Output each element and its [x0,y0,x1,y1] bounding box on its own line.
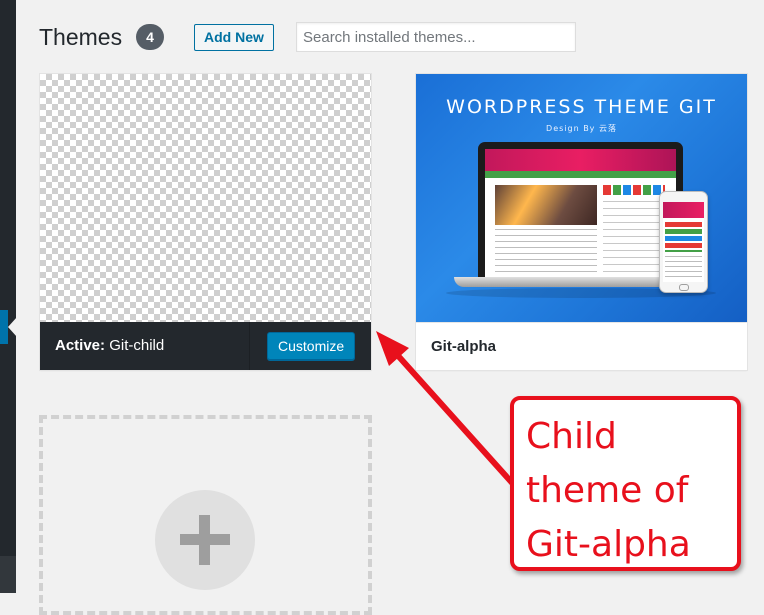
mockup-social-icons [603,185,665,195]
mockup-photo [495,185,597,225]
theme-screenshot-git-alpha[interactable]: WORDPRESS THEME GIT Design By 云落 [416,74,747,322]
annotation-text: Child theme of Git-alpha [526,416,691,565]
active-label: Active: [55,337,106,354]
phone-mockup-blocks [665,222,702,252]
search-themes-input[interactable] [296,22,576,52]
laptop-display [485,149,676,277]
theme-actions: Customize [249,322,371,370]
admin-sidebar-submenu [0,556,16,593]
phone-screen [663,202,704,282]
phone-mockup-lines [665,256,702,280]
annotation-arrow-head [376,331,409,366]
add-new-theme-card[interactable] [39,415,372,615]
theme-screenshot-transparent[interactable] [40,74,371,322]
active-theme-name: Git-child [109,337,165,354]
annotation-callout: Child theme of Git-alpha [510,396,741,571]
admin-sidebar [0,0,16,593]
theme-card-git-child[interactable]: Active: Git-child Customize [39,73,372,371]
sidebar-current-item-indicator[interactable] [0,310,8,344]
mockup-post-list [495,229,597,275]
laptop-mockup [478,142,683,277]
mockup-nav [485,171,676,178]
phone-home-button [679,284,689,291]
active-theme-bar: Active: Git-child Customize [40,322,371,370]
mockup-sidebar-list [603,201,665,275]
page-title: Themes [39,24,123,50]
phone-mockup [659,191,708,293]
screenshot-subtitle: Design By 云落 [546,124,617,133]
theme-card-git-alpha[interactable]: WORDPRESS THEME GIT Design By 云落 Git-alp [415,73,748,371]
theme-bar-git-alpha: Git-alpha [416,322,747,370]
theme-name: Active: Git-child [55,322,164,370]
plus-icon[interactable] [155,490,255,590]
theme-count-badge: 4 [136,24,164,50]
customize-button[interactable]: Customize [267,332,356,360]
add-new-theme-button[interactable]: Add New [194,24,274,51]
plus-icon-vertical [199,515,210,565]
phone-mockup-header [663,202,704,218]
mockup-header [485,149,676,171]
screenshot-title: WORDPRESS THEME GIT [446,96,717,118]
theme-name-git-alpha: Git-alpha [431,338,497,355]
sidebar-current-arrow [8,317,17,337]
